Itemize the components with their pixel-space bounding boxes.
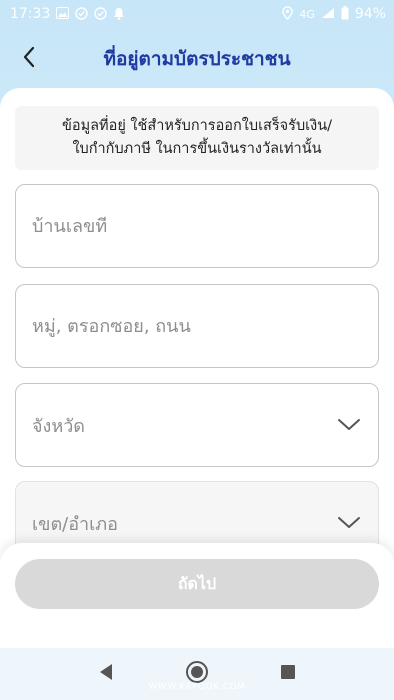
network-type: 4G — [299, 7, 315, 21]
page-title: ที่อยู่ตามบัตรประชาชน — [103, 48, 291, 70]
bottom-action-panel: ถัดไป — [0, 543, 394, 648]
bell-icon — [113, 7, 125, 22]
image-icon — [56, 7, 70, 21]
chevron-down-icon — [336, 417, 362, 433]
recents-square-icon — [280, 664, 296, 684]
signal-icon — [321, 7, 335, 21]
watermark: WWW.KAPOOK.COM — [148, 682, 246, 692]
status-bar: 17:33 4G 94% — [0, 0, 394, 28]
battery-icon — [341, 6, 349, 22]
battery-level: 94% — [354, 6, 386, 22]
street-input[interactable] — [32, 315, 362, 337]
header: ที่อยู่ตามบัตรประชาชน — [0, 28, 394, 90]
status-left: 17:33 — [10, 6, 125, 22]
province-label: จังหวัด — [32, 415, 85, 437]
system-nav-bar — [0, 648, 394, 700]
district-label: เขต/อำเภอ — [32, 513, 118, 535]
back-button[interactable] — [12, 42, 46, 76]
location-icon — [282, 6, 294, 22]
notice-line-1: ข้อมูลที่อยู่ ใช้สำหรับการออกใบเสร็จรับเ… — [61, 118, 332, 134]
check-circle-icon — [94, 6, 108, 22]
info-notice: ข้อมูลที่อยู่ ใช้สำหรับการออกใบเสร็จรับเ… — [15, 106, 379, 170]
province-select[interactable]: จังหวัด — [15, 383, 379, 467]
street-field[interactable] — [15, 284, 379, 368]
status-time: 17:33 — [10, 6, 51, 22]
house-number-input[interactable] — [32, 215, 362, 237]
house-number-field[interactable] — [15, 184, 379, 268]
next-button[interactable]: ถัดไป — [15, 559, 379, 609]
check-circle-icon — [75, 6, 89, 22]
status-right: 4G 94% — [282, 6, 386, 22]
chevron-left-icon — [22, 46, 36, 72]
chevron-down-icon — [336, 515, 362, 531]
notice-line-2: ใบกำกับภาษี ในการขึ้นเงินรางวัลเท่านั้น — [72, 141, 322, 157]
